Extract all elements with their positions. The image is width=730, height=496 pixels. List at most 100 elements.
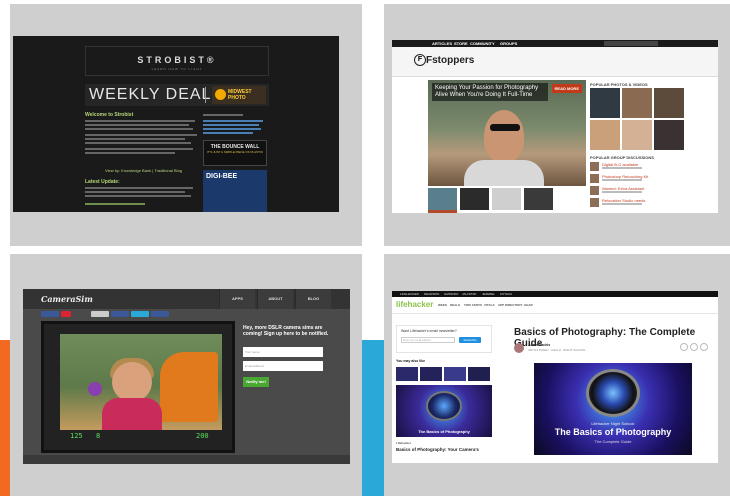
related-thumb[interactable] [396, 367, 418, 381]
topbar-link[interactable]: GIZMODO [444, 291, 458, 297]
photo-thumb[interactable] [622, 120, 652, 150]
strobist-tagline: LEARN HOW TO LIGHT [151, 67, 203, 71]
notify-button[interactable]: Notify me! [243, 377, 269, 387]
topbar-link[interactable]: JEZEBEL [482, 291, 495, 297]
nav-two-cents[interactable]: TWO CENTS [464, 303, 482, 307]
camerasim-screenshot: CameraSim APPS ABOUT BLOG 125 8 200 Hey, [23, 289, 350, 464]
thumbnail[interactable] [524, 188, 553, 210]
link-line[interactable] [203, 128, 261, 130]
related-thumb[interactable] [420, 367, 442, 381]
hero-title[interactable]: Keeping Your Passion for Photography Ali… [432, 83, 548, 101]
lifehacker-logo[interactable]: lifehacker [396, 300, 433, 309]
bounce-wall-ad[interactable]: THE BOUNCE WALL IT'S JUST A SIMPLE PIECE… [203, 140, 267, 166]
related-thumb[interactable] [468, 367, 490, 381]
share-button[interactable] [151, 311, 169, 317]
photo-thumb[interactable] [590, 120, 620, 150]
tweet-button[interactable] [131, 311, 149, 317]
share-icon[interactable] [680, 343, 688, 351]
nav-vitals[interactable]: VITALS [484, 303, 494, 307]
camerasim-logo[interactable]: CameraSim [41, 294, 93, 304]
discussion-item[interactable]: Wanted: Extra Assistant [590, 186, 710, 196]
nav-articles[interactable]: ARTICLES [432, 40, 452, 47]
related-article-title[interactable]: Basics of Photography: Your Camera's [396, 447, 492, 452]
thumbnail[interactable] [492, 188, 521, 210]
like-button[interactable] [111, 311, 129, 317]
blue-accent-bar [362, 340, 384, 496]
hero-face [484, 110, 524, 162]
fstoppers-logo[interactable]: Fstoppers [426, 55, 474, 66]
text-line [85, 191, 185, 193]
discussion-item[interactable]: Digital B-O available [590, 162, 710, 172]
camera-controls-bar[interactable] [23, 455, 350, 464]
bounce-wall-subtitle: IT'S JUST A SIMPLE PIECE OF PLASTIC [206, 150, 264, 154]
camera-lcd-screen[interactable]: 125 8 200 [41, 321, 235, 453]
hero-kicker: Lifehacker Night School: [591, 421, 635, 426]
nav-deals[interactable]: DEALS [450, 303, 460, 307]
gplus-share-button[interactable] [61, 311, 71, 317]
photo-thumb[interactable] [622, 88, 652, 118]
related-article-image[interactable]: The Basics of Photography [396, 385, 492, 437]
tab-blog[interactable]: BLOG [295, 289, 331, 309]
facebook-share-button[interactable] [41, 311, 59, 317]
link-line[interactable] [203, 120, 263, 122]
nav-app-directory[interactable]: APP DIRECTORY [498, 303, 522, 307]
topbar-link[interactable]: KOTAKU [500, 291, 512, 297]
knowledge-bank-links[interactable]: View by: Knowledge Bank | Traditional Bl… [105, 168, 182, 173]
topbar-link[interactable]: DEADSPIN [424, 291, 439, 297]
midwest-photo-logo: MIDWEST PHOTO [212, 86, 266, 104]
related-thumb[interactable] [444, 367, 466, 381]
thumbnail[interactable] [428, 188, 457, 210]
newsletter-label: Want Lifehacker's email newsletter? [401, 329, 457, 333]
newsletter-email-input[interactable]: Enter your email address [401, 337, 455, 343]
related-source: Lifehacker [396, 441, 412, 445]
weekly-deals-banner[interactable]: WEEKLY DEALS MIDWEST PHOTO [85, 84, 269, 106]
signup-text: Hey, more DSLR camera sims are coming! S… [243, 325, 329, 337]
share-button[interactable] [91, 311, 109, 317]
email-field[interactable]: Email address [243, 361, 323, 371]
digibee-ad[interactable]: DIGI-BEE [203, 170, 267, 212]
photo-thumb[interactable] [654, 120, 684, 150]
nav-week[interactable]: WEEK [438, 303, 447, 307]
link-line[interactable] [203, 124, 259, 126]
fstoppers-logo-icon[interactable]: F [414, 54, 426, 66]
signup-panel: Hey, more DSLR camera sims are coming! S… [239, 321, 345, 401]
discussion-item[interactable]: Relocation Studio needs [590, 198, 710, 208]
photo-thumb[interactable] [654, 88, 684, 118]
link-line[interactable] [203, 132, 253, 134]
topbar-link[interactable]: LIFEHACKER [400, 291, 419, 297]
comment-icon[interactable] [690, 343, 698, 351]
tab-apps[interactable]: APPS [219, 289, 255, 309]
photo-thumb[interactable] [590, 88, 620, 118]
strobist-logo[interactable]: STROBIST® LEARN HOW TO LIGHT [85, 46, 269, 76]
hero-image[interactable]: Keeping Your Passion for Photography Ali… [428, 80, 586, 186]
search-input[interactable] [604, 41, 658, 46]
article-hero-image[interactable]: Lifehacker Night School: The Basics of P… [534, 363, 692, 455]
share-icons [680, 343, 714, 353]
thumbnail[interactable] [428, 210, 457, 213]
author-avatar[interactable] [514, 343, 524, 353]
lifehacker-screenshot: LIFEHACKER DEADSPIN GIZMODO JALOPNIK JEZ… [392, 291, 718, 463]
discussion-item[interactable]: Photoshop Retouching Kit [590, 174, 710, 184]
bookmark-icon[interactable] [700, 343, 708, 351]
author-name[interactable]: Adam Dachis [528, 343, 550, 347]
text-line [85, 138, 185, 140]
text-line [85, 142, 191, 144]
strobist-sidebar: THE BOUNCE WALL IT'S JUST A SIMPLE PIECE… [203, 112, 269, 212]
latest-update-heading: Latest Update: [85, 179, 120, 185]
text-line [85, 203, 145, 205]
banner-divider [205, 87, 206, 103]
thumbnail[interactable] [460, 188, 489, 210]
name-field[interactable]: Your name [243, 347, 323, 357]
fstoppers-screenshot: ARTICLES STORE COMMUNITY GROUPS F Fstopp… [392, 40, 718, 213]
tab-about[interactable]: ABOUT [257, 289, 293, 309]
popular-groups-heading: POPULAR GROUP DISCUSSIONS [590, 155, 654, 160]
topbar-link[interactable]: JALOPNIK [462, 291, 477, 297]
related-image-caption: The Basics of Photography [418, 429, 470, 434]
nav-gear[interactable]: GEAR [524, 303, 533, 307]
nav-community[interactable]: COMMUNITY [470, 40, 495, 47]
nav-groups[interactable]: GROUPS [500, 40, 517, 47]
subscribe-button[interactable]: Subscribe [459, 337, 481, 343]
nav-store[interactable]: STORE [454, 40, 468, 47]
read-more-button[interactable]: READ MORE [551, 84, 582, 93]
gawker-topbar: LIFEHACKER DEADSPIN GIZMODO JALOPNIK JEZ… [392, 291, 718, 297]
